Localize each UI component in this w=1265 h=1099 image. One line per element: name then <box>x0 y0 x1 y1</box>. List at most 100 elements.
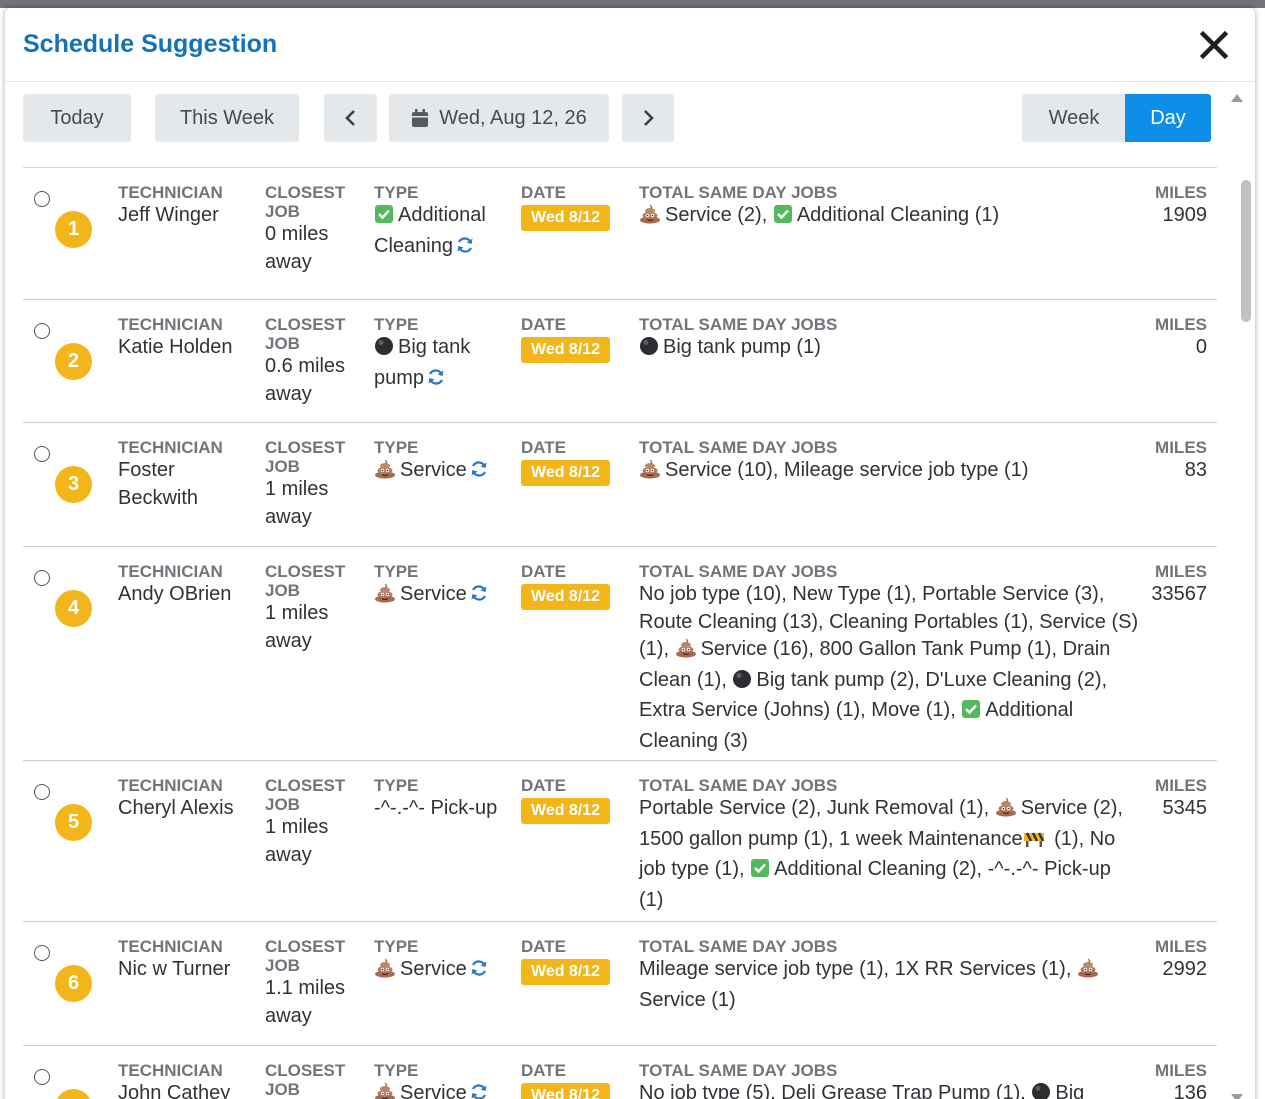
chevron-right-icon <box>644 110 654 126</box>
week-view-button[interactable]: Week <box>1022 94 1126 142</box>
scrollbar-thumb[interactable] <box>1241 180 1251 322</box>
suggestion-row[interactable]: 2 TECHNICIAN Katie Holden CLOSEST JOB 0.6 mi… <box>23 300 1217 423</box>
select-radio[interactable] <box>34 323 50 339</box>
date-label: DATE <box>521 438 567 457</box>
closest-job-distance: 1 miles away <box>265 478 329 528</box>
closest-job-distance: 1.1 miles away <box>265 977 346 1027</box>
total-jobs-column: TOTAL SAME DAY JOBS Mileage service job t… <box>639 937 1139 1014</box>
rank-badge: 2 <box>55 343 92 380</box>
select-radio[interactable] <box>34 446 50 462</box>
date-label: DATE <box>521 937 567 956</box>
miles-value: 2992 <box>1162 958 1208 980</box>
type-column: TYPE Big tank pump <box>374 315 514 395</box>
technician-column: TECHNICIAN Nic w Turner <box>118 937 258 984</box>
select-radio[interactable] <box>34 1069 50 1085</box>
miles-column: MILES 83 <box>1133 438 1207 485</box>
next-day-button[interactable] <box>622 94 674 142</box>
toolbar: Today This Week Wed, Aug 12, 26 Week Day <box>23 94 1213 142</box>
black-circle-icon <box>732 669 752 698</box>
total-text: Service (2), <box>665 204 773 226</box>
select-radio[interactable] <box>34 784 50 800</box>
this-week-button[interactable]: This Week <box>155 94 299 142</box>
technician-name: Jeff Winger <box>118 204 219 226</box>
suggestion-row[interactable]: 5 TECHNICIAN Cheryl Alexis CLOSEST JOB 1 mil… <box>23 761 1217 922</box>
total-text: Portable Service (2), Junk Removal (1), <box>639 797 995 819</box>
closest-job-distance: 1 miles away <box>265 602 329 652</box>
barrier-icon <box>1023 829 1045 857</box>
poop-icon <box>374 958 396 987</box>
suggestion-row[interactable]: 6 TECHNICIAN Nic w Turner CLOSEST JOB 1.1 mi… <box>23 922 1217 1046</box>
total-jobs-label: TOTAL SAME DAY JOBS <box>639 315 838 334</box>
miles-label: MILES <box>1155 315 1207 334</box>
date-badge: Wed 8/12 <box>521 1083 611 1099</box>
miles-column: MILES 136 <box>1133 1061 1207 1099</box>
rank-badge: 6 <box>55 965 92 1002</box>
miles-column: MILES 5345 <box>1133 776 1207 823</box>
select-radio[interactable] <box>34 945 50 961</box>
miles-label: MILES <box>1155 1061 1207 1080</box>
date-badge: Wed 8/12 <box>521 205 611 231</box>
miles-column: MILES 1909 <box>1133 183 1207 230</box>
rank-badge: 5 <box>55 804 92 841</box>
type-text: Service <box>400 583 467 605</box>
miles-column: MILES 33567 <box>1133 562 1207 609</box>
closest-job-label: CLOSEST JOB <box>265 562 346 600</box>
suggestion-row[interactable]: 7 TECHNICIAN John Cathey CLOSEST JOB TYPE Ser… <box>23 1046 1217 1099</box>
total-text: Additional Cleaning (1) <box>796 204 1000 226</box>
total-jobs-label: TOTAL SAME DAY JOBS <box>639 183 838 202</box>
date-column: DATE Wed 8/12 <box>521 776 631 824</box>
poop-icon <box>374 459 396 488</box>
suggestion-list[interactable]: 1 TECHNICIAN Jeff Winger CLOSEST JOB 0 miles… <box>23 167 1217 1099</box>
technician-label: TECHNICIAN <box>118 1061 223 1080</box>
rank-badge: 3 <box>55 466 92 503</box>
today-button[interactable]: Today <box>23 94 131 142</box>
poop-icon <box>639 204 661 233</box>
scroll-down-arrow[interactable] <box>1231 1094 1243 1099</box>
type-label: TYPE <box>374 183 419 202</box>
close-icon[interactable] <box>1197 28 1231 62</box>
rank-badge: 4 <box>55 590 92 627</box>
suggestion-row[interactable]: 3 TECHNICIAN Foster Beckwith CLOSEST JOB 1 m… <box>23 423 1217 547</box>
date-column: DATE Wed 8/12 <box>521 315 631 363</box>
miles-value: 1909 <box>1162 204 1208 226</box>
closest-job-label: CLOSEST JOB <box>265 776 346 814</box>
closest-job-distance: 0.6 miles away <box>265 355 346 405</box>
scroll-up-arrow[interactable] <box>1231 94 1243 102</box>
previous-day-button[interactable] <box>324 94 377 142</box>
check-icon <box>374 204 394 233</box>
closest-job-distance: 0 miles away <box>265 223 329 273</box>
day-view-button[interactable]: Day <box>1125 94 1211 142</box>
date-picker-button[interactable]: Wed, Aug 12, 26 <box>389 94 609 142</box>
closest-job-distance: 1 miles away <box>265 816 329 866</box>
miles-value: 33567 <box>1151 583 1207 605</box>
type-label: TYPE <box>374 937 419 956</box>
type-label: TYPE <box>374 776 419 795</box>
closest-job-column: CLOSEST JOB 0.6 miles away <box>265 315 365 408</box>
total-jobs-label: TOTAL SAME DAY JOBS <box>639 438 838 457</box>
technician-column: TECHNICIAN Cheryl Alexis <box>118 776 258 823</box>
miles-value: 83 <box>1184 459 1207 481</box>
total-jobs-label: TOTAL SAME DAY JOBS <box>639 776 838 795</box>
date-badge: Wed 8/12 <box>521 959 611 985</box>
total-text: Big <box>1055 1082 1085 1099</box>
date-label: DATE <box>521 562 567 581</box>
type-column: TYPE -^-.-^- Pick-up <box>374 776 514 823</box>
technician-column: TECHNICIAN Jeff Winger <box>118 183 258 230</box>
technician-column: TECHNICIAN John Cathey <box>118 1061 258 1099</box>
select-radio[interactable] <box>34 191 50 207</box>
closest-job-label: CLOSEST JOB <box>265 1061 346 1099</box>
closest-job-label: CLOSEST JOB <box>265 937 346 975</box>
technician-label: TECHNICIAN <box>118 937 223 956</box>
technician-label: TECHNICIAN <box>118 183 223 202</box>
suggestion-row[interactable]: 4 TECHNICIAN Andy OBrien CLOSEST JOB 1 miles… <box>23 547 1217 761</box>
black-circle-icon <box>374 336 394 365</box>
chevron-left-icon <box>344 110 355 126</box>
miles-column: MILES 0 <box>1133 315 1207 362</box>
type-text: Service <box>400 958 467 980</box>
suggestion-row[interactable]: 1 TECHNICIAN Jeff Winger CLOSEST JOB 0 miles… <box>23 168 1217 300</box>
technician-name: Cheryl Alexis <box>118 797 234 819</box>
select-radio[interactable] <box>34 570 50 586</box>
job-type: Service <box>374 956 514 987</box>
modal-header: Schedule Suggestion <box>5 8 1255 82</box>
check-icon <box>750 858 770 887</box>
